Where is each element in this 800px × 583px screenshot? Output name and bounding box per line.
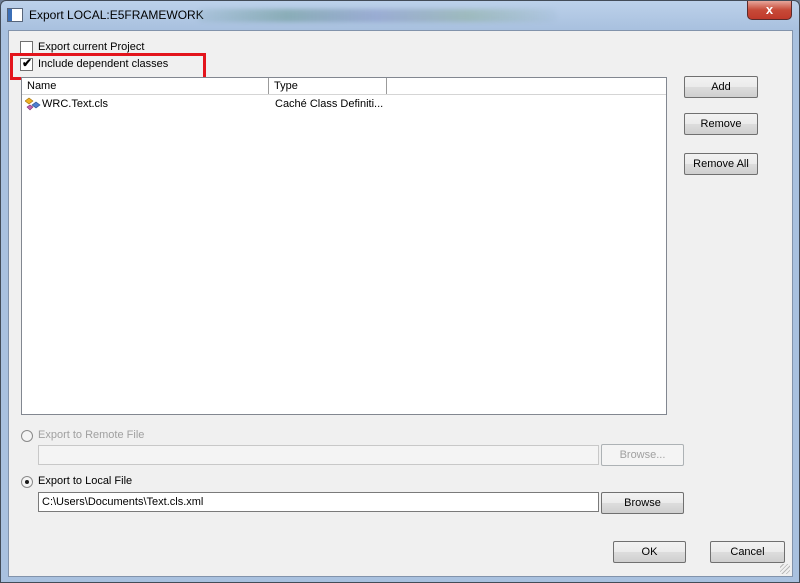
column-header-name[interactable]: Name [22, 78, 269, 94]
class-file-icon [24, 97, 41, 116]
list-item[interactable]: WRC.Text.cls Caché Class Definiti... [22, 96, 666, 112]
export-to-local-label: Export to Local File [38, 475, 133, 487]
local-file-path-input[interactable]: C:\Users\Documents\Text.cls.xml [38, 492, 599, 512]
add-button[interactable]: Add [684, 76, 758, 98]
export-dialog: Export LOCAL:E5FRAMEWORK x Export curren… [0, 0, 800, 583]
cancel-button[interactable]: Cancel [710, 541, 785, 563]
remove-button[interactable]: Remove [684, 113, 758, 135]
window-title: Export LOCAL:E5FRAMEWORK [29, 8, 204, 22]
column-header-type[interactable]: Type [269, 78, 387, 94]
export-to-remote-label: Export to Remote File [38, 429, 145, 441]
export-to-local-radio[interactable] [21, 476, 33, 488]
title-blurred-region [197, 9, 557, 22]
row-type: Caché Class Definiti... [275, 98, 384, 110]
column-header-blank[interactable] [387, 78, 666, 94]
list-header: Name Type [22, 78, 666, 95]
title-bar[interactable]: Export LOCAL:E5FRAMEWORK x [1, 1, 799, 29]
ok-button[interactable]: OK [613, 541, 686, 563]
remote-browse-button[interactable]: Browse... [601, 444, 684, 466]
annotation-highlight-box [10, 53, 206, 80]
remote-file-path-input[interactable] [38, 445, 599, 465]
radio-selected-dot [25, 480, 29, 484]
row-name: WRC.Text.cls [42, 98, 108, 110]
export-to-remote-radio[interactable] [21, 430, 33, 442]
app-window-icon [7, 8, 23, 22]
remove-all-button[interactable]: Remove All [684, 153, 758, 175]
resize-grip-icon[interactable] [780, 564, 790, 574]
local-browse-button[interactable]: Browse [601, 492, 684, 514]
classes-list[interactable]: Name Type WRC.Text.cls Caché Class Defin… [21, 77, 667, 415]
close-button[interactable]: x [747, 1, 792, 20]
dialog-content: Export current Project ✔ Include depende… [8, 30, 793, 577]
export-current-project-label: Export current Project [38, 41, 145, 53]
